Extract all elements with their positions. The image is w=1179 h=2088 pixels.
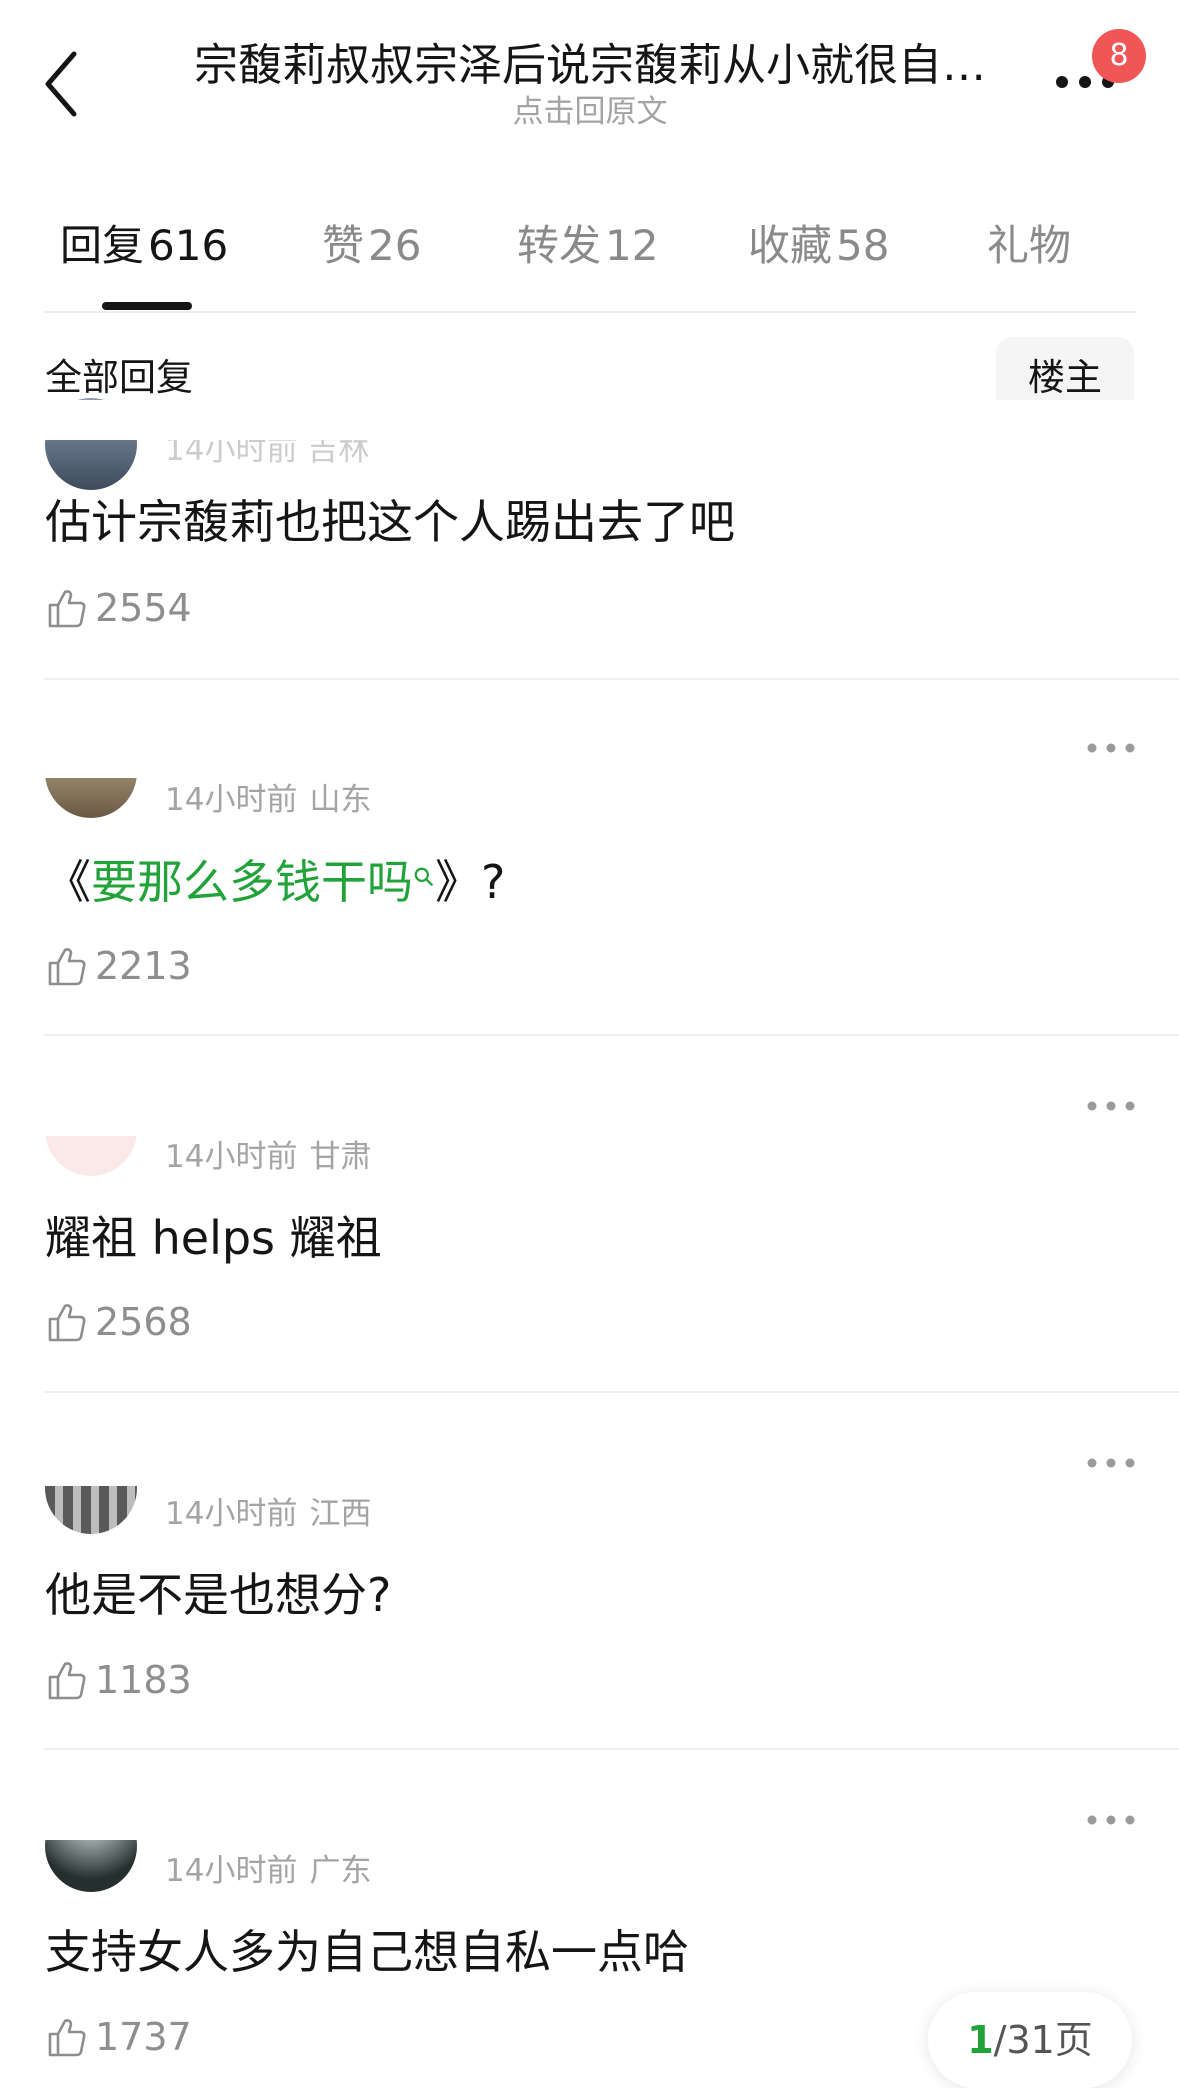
comment-time: 14小时前 — [165, 1139, 298, 1175]
tab-label: 回复 — [60, 221, 145, 270]
comment-region: 山东 — [309, 782, 372, 818]
all-replies-heading: 全部回复 — [45, 356, 193, 399]
content-prefix: 《 — [45, 855, 91, 909]
thumbs-up-icon — [48, 2019, 86, 2057]
tab-gifts[interactable]: 礼物 — [987, 216, 1071, 276]
comment-item: 14小时前 吉林 — [0, 398, 1179, 680]
like-count: 2213 — [95, 944, 192, 988]
tab-likes[interactable]: 赞26 — [322, 216, 421, 276]
comment-time: 14小时前 — [165, 1853, 298, 1889]
comment-more-icon[interactable] — [1086, 1810, 1136, 1830]
comment-content: 支持女人多为自己想自私一点哈 — [45, 1925, 689, 1979]
avatar[interactable] — [45, 1840, 137, 1892]
thumbs-up-icon — [48, 1304, 86, 1342]
tab-favorites[interactable]: 收藏58 — [748, 216, 889, 276]
comment-more-icon[interactable] — [1086, 1096, 1136, 1116]
avatar[interactable] — [45, 1486, 137, 1534]
post-title[interactable]: 宗馥莉叔叔宗泽后说宗馥莉从小就很自… — [160, 36, 1020, 96]
topic-link-text: 要那么多钱干吗 — [91, 855, 413, 909]
comment-meta: 14小时前 甘肃 — [165, 1137, 371, 1177]
thumbs-up-icon — [48, 1662, 86, 1700]
avatar[interactable] — [45, 778, 137, 818]
scroll-mask — [0, 400, 1179, 440]
comment-time: 14小时前 — [165, 1496, 298, 1532]
comment-content: 《要那么多钱干吗 》? — [45, 850, 505, 914]
like-button[interactable]: 2568 — [45, 1296, 192, 1348]
tab-reposts[interactable]: 转发12 — [517, 216, 658, 276]
comment-time: 14小时前 — [165, 782, 298, 818]
content-suffix: 》? — [435, 855, 506, 909]
like-button[interactable]: 1183 — [45, 1654, 192, 1706]
back-to-original-link[interactable]: 点击回原文 — [380, 92, 800, 132]
page-total: /31页 — [993, 2018, 1093, 2062]
comment-meta: 14小时前 广东 — [165, 1851, 371, 1891]
comment-divider — [44, 1391, 1179, 1393]
comment-meta: 14小时前 山东 — [165, 780, 371, 820]
thumbs-up-icon — [48, 590, 86, 628]
active-tab-indicator — [102, 302, 192, 310]
comment-more-icon[interactable] — [1086, 1453, 1136, 1473]
search-icon — [414, 867, 433, 886]
comment-content: 他是不是也想分? — [45, 1568, 392, 1622]
comment-region: 甘肃 — [309, 1139, 372, 1175]
tab-count: 12 — [605, 221, 659, 270]
thumbs-up-icon — [48, 948, 86, 986]
comment-content: 估计宗馥莉也把这个人踢出去了吧 — [45, 495, 735, 549]
like-button[interactable]: 1737 — [45, 2011, 192, 2063]
current-page: 1 — [967, 2018, 994, 2062]
comment-region: 广东 — [309, 1853, 372, 1889]
comment-divider — [44, 1034, 1179, 1036]
tab-label: 转发 — [517, 221, 602, 270]
tab-label: 收藏 — [748, 221, 833, 270]
notification-badge: 8 — [1092, 29, 1146, 83]
search-topic-link[interactable]: 要那么多钱干吗 — [91, 855, 435, 909]
tabs-divider — [44, 311, 1136, 313]
like-button[interactable]: 2213 — [45, 940, 192, 992]
like-count: 1183 — [95, 1658, 192, 1702]
comment-content: 耀祖 helps 耀祖 — [45, 1211, 382, 1265]
comment-region: 江西 — [309, 1496, 372, 1532]
tab-replies[interactable]: 回复616 — [60, 216, 228, 276]
tab-label: 赞 — [322, 221, 365, 270]
comment-divider — [44, 1748, 1179, 1750]
like-count: 2568 — [95, 1300, 192, 1344]
like-count: 1737 — [95, 2015, 192, 2059]
tab-count: 616 — [148, 221, 229, 270]
comment-divider — [44, 678, 1179, 680]
like-button[interactable]: 2554 — [45, 582, 192, 634]
avatar[interactable] — [45, 1136, 137, 1176]
like-count: 2554 — [95, 586, 192, 630]
comment-more-icon[interactable] — [1086, 738, 1136, 758]
tab-label: 礼物 — [987, 221, 1072, 270]
tab-count: 58 — [836, 221, 890, 270]
tab-count: 26 — [368, 221, 422, 270]
comment-meta: 14小时前 江西 — [165, 1494, 371, 1534]
back-icon[interactable] — [40, 48, 88, 120]
page-indicator[interactable]: 1/31页 — [928, 1992, 1132, 2088]
